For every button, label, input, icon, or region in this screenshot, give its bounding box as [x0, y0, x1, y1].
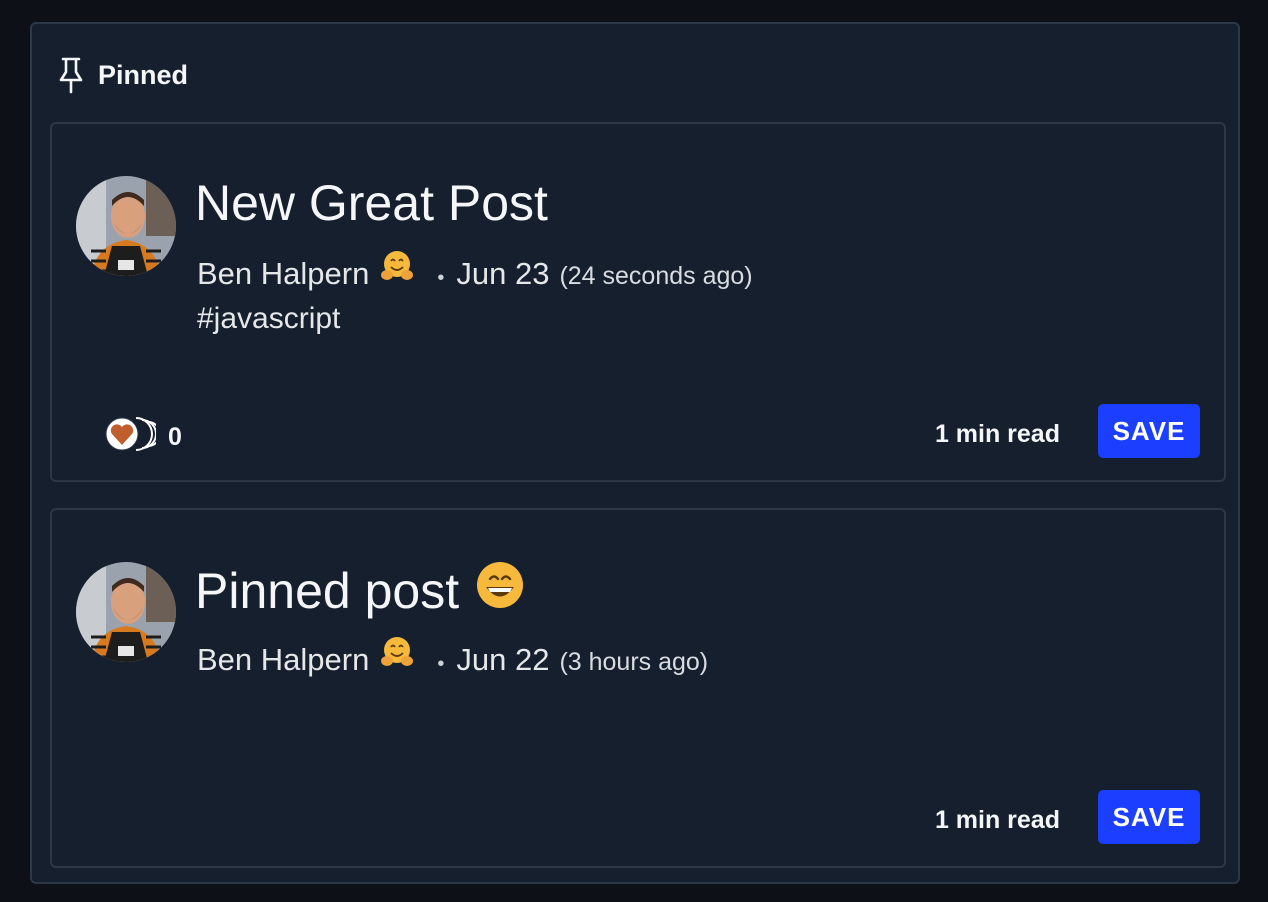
- grinning-face-emoji-icon: [475, 560, 525, 622]
- hugging-face-emoji-icon: [379, 634, 415, 675]
- pinned-header: Pinned: [58, 56, 188, 94]
- post-title[interactable]: Pinned post: [195, 560, 525, 622]
- pinned-title: Pinned: [98, 59, 189, 90]
- separator-dot: •: [437, 653, 445, 675]
- heart-reaction-icon: [104, 414, 161, 461]
- author-name[interactable]: Ben Halpern: [197, 642, 369, 678]
- pinned-panel: Pinned New Great Post Ben Halpern • Jun …: [30, 22, 1240, 884]
- avatar[interactable]: [76, 562, 176, 662]
- post-meta: Ben Halpern • Jun 22 (3 hours ago): [197, 634, 708, 678]
- post-date[interactable]: Jun 22: [456, 642, 549, 678]
- post-meta: Ben Halpern • Jun 23 (24 seconds ago): [197, 248, 753, 292]
- pin-icon: [58, 56, 84, 94]
- post-title-text[interactable]: New Great Post: [195, 174, 548, 232]
- read-time: 1 min read: [934, 420, 1060, 448]
- save-button[interactable]: SAVE: [1098, 404, 1200, 458]
- save-button[interactable]: SAVE: [1098, 790, 1200, 844]
- hugging-face-emoji-icon: [379, 248, 415, 289]
- post-relative-time: (3 hours ago): [559, 648, 709, 676]
- tag-javascript[interactable]: #javascript: [197, 302, 340, 336]
- post-relative-time: (24 seconds ago): [559, 262, 753, 290]
- separator-dot: •: [437, 267, 445, 289]
- reactions[interactable]: 0: [104, 414, 182, 461]
- post-title-text[interactable]: Pinned post: [195, 562, 459, 620]
- post-card[interactable]: New Great Post Ben Halpern • Jun 23 (24 …: [50, 122, 1226, 482]
- post-title[interactable]: New Great Post: [195, 174, 548, 232]
- avatar[interactable]: [76, 176, 176, 276]
- post-card[interactable]: Pinned post Ben Halpern • Jun 22 (3 hour…: [50, 508, 1226, 868]
- read-time: 1 min read: [934, 806, 1060, 834]
- post-date[interactable]: Jun 23: [456, 256, 549, 292]
- author-name[interactable]: Ben Halpern: [197, 256, 369, 292]
- reaction-count: 0: [168, 423, 182, 451]
